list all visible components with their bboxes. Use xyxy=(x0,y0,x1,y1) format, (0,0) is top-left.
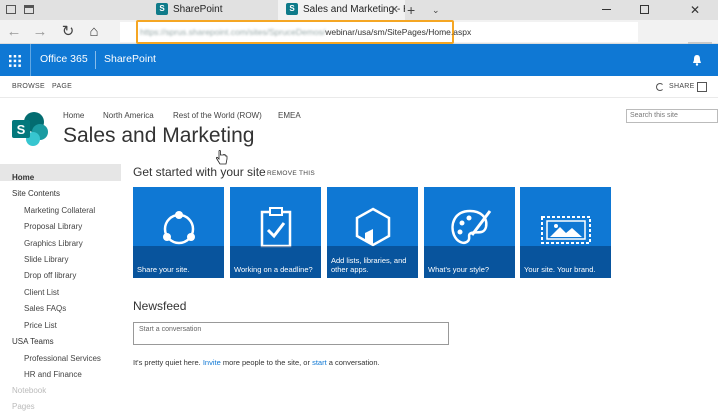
left-nav-item[interactable]: Graphics Library xyxy=(24,239,83,248)
tab-sharepoint[interactable]: S SharePoint xyxy=(146,0,286,20)
site-title[interactable]: Sales and Marketing xyxy=(63,124,254,148)
minimize-icon[interactable] xyxy=(602,9,611,10)
topnav-home[interactable]: Home xyxy=(63,111,84,120)
ribbon-tab-page[interactable]: PAGE xyxy=(52,76,72,98)
invite-link[interactable]: Invite xyxy=(203,358,221,367)
focus-content-icon[interactable] xyxy=(697,82,707,92)
tile-label: Share your site. xyxy=(137,265,190,274)
start-conversation-input[interactable]: Start a conversation xyxy=(133,322,449,345)
close-window-icon[interactable]: ✕ xyxy=(690,0,700,20)
left-nav-item[interactable]: Home xyxy=(12,173,34,182)
tile-label: What's your style? xyxy=(428,265,490,274)
ribbon-tab-browse[interactable]: BROWSE xyxy=(12,76,45,98)
newsfeed-heading: Newsfeed xyxy=(133,299,187,313)
svg-text:S: S xyxy=(17,122,26,137)
tile-label: Add lists, libraries, and other apps. xyxy=(331,256,407,274)
ribbon: BROWSE PAGE SHARE xyxy=(0,76,718,98)
tab-list-chevron-icon[interactable]: ⌄ xyxy=(432,0,440,20)
url-host: https://sprus.sharepoint.com/sites/Spruc… xyxy=(140,27,326,37)
tab-preview-icon[interactable] xyxy=(6,5,16,14)
close-tab-icon[interactable]: ✕ xyxy=(390,0,399,20)
home-icon[interactable]: ⌂ xyxy=(84,20,104,44)
left-nav-item[interactable]: Sales FAQs xyxy=(24,304,66,313)
url-path: webinar/usa/sm/SitePages/Home.aspx xyxy=(325,27,472,37)
tile-label: Your site. Your brand. xyxy=(524,265,596,274)
left-nav-item[interactable]: Price List xyxy=(24,321,57,330)
topnav-north-america[interactable]: North America xyxy=(103,111,154,120)
share-button[interactable]: SHARE xyxy=(669,76,695,98)
waffle-icon[interactable] xyxy=(9,54,21,67)
new-tab-icon[interactable]: + xyxy=(407,0,415,20)
tile-add-apps[interactable]: Add lists, libraries, and other apps. xyxy=(327,187,418,278)
sharepoint-site-logo[interactable]: S xyxy=(10,111,50,147)
sharepoint-favicon-icon: S xyxy=(156,3,168,16)
newsfeed-empty-message: It's pretty quiet here. Invite more peop… xyxy=(133,358,380,367)
left-nav-item[interactable]: Client List xyxy=(24,288,59,297)
url-text[interactable]: https://sprus.sharepoint.com/sites/Spruc… xyxy=(140,25,471,39)
topnav-emea[interactable]: EMEA xyxy=(278,111,301,120)
refresh-icon[interactable]: ↻ xyxy=(58,20,78,44)
quiet-text: more people to the site, or xyxy=(220,358,313,367)
sharepoint-favicon-icon: S xyxy=(286,3,298,16)
quiet-text: a conversation. xyxy=(326,358,380,367)
left-nav-item[interactable]: Slide Library xyxy=(24,255,68,264)
left-nav-item[interactable]: HR and Finance xyxy=(24,370,82,379)
back-arrow-icon[interactable]: ← xyxy=(4,20,24,44)
browser-tab-bar: S SharePoint S Sales and Marketing - H ✕ +… xyxy=(0,0,718,20)
left-nav-item[interactable]: USA Teams xyxy=(12,337,54,346)
left-nav-item[interactable]: Proposal Library xyxy=(24,222,82,231)
hand-cursor-icon xyxy=(215,150,228,166)
office365-link[interactable]: Office 365 xyxy=(40,53,88,65)
tab-label: SharePoint xyxy=(173,4,223,15)
maximize-icon[interactable] xyxy=(640,5,649,14)
quiet-text: It's pretty quiet here. xyxy=(133,358,203,367)
suite-bar: Office 365 SharePoint xyxy=(0,44,718,76)
tile-label: Working on a deadline? xyxy=(234,265,313,274)
left-nav-item[interactable]: Site Contents xyxy=(12,189,60,198)
sharepoint-link[interactable]: SharePoint xyxy=(104,53,156,65)
start-link[interactable]: start xyxy=(312,358,327,367)
site-search-input[interactable]: Search this site xyxy=(626,109,718,123)
left-nav-item[interactable]: Professional Services xyxy=(24,354,101,363)
left-nav-item[interactable]: Marketing Collateral xyxy=(24,206,95,215)
share-icon[interactable] xyxy=(656,83,664,91)
tile-share-site[interactable]: Share your site. xyxy=(133,187,224,278)
notification-bell-icon[interactable] xyxy=(692,53,702,66)
tile-brand[interactable]: Your site. Your brand. xyxy=(520,187,611,278)
get-started-heading: Get started with your site xyxy=(133,165,266,179)
left-nav-item[interactable]: Drop off library xyxy=(24,271,76,280)
left-nav-item[interactable]: Notebook xyxy=(12,386,46,395)
tile-style[interactable]: What's your style? xyxy=(424,187,515,278)
topnav-rest-of-world[interactable]: Rest of the World (ROW) xyxy=(173,111,262,120)
set-aside-tabs-icon[interactable] xyxy=(24,5,34,14)
tab-actions[interactable] xyxy=(0,0,42,20)
tile-working-deadline[interactable]: Working on a deadline? xyxy=(230,187,321,278)
left-nav-item[interactable]: Pages xyxy=(12,402,35,411)
remove-this-link[interactable]: REMOVE THIS xyxy=(267,170,315,177)
tab-sales-marketing[interactable]: S Sales and Marketing - H ✕ xyxy=(278,0,405,20)
forward-arrow-icon[interactable]: → xyxy=(30,20,50,44)
